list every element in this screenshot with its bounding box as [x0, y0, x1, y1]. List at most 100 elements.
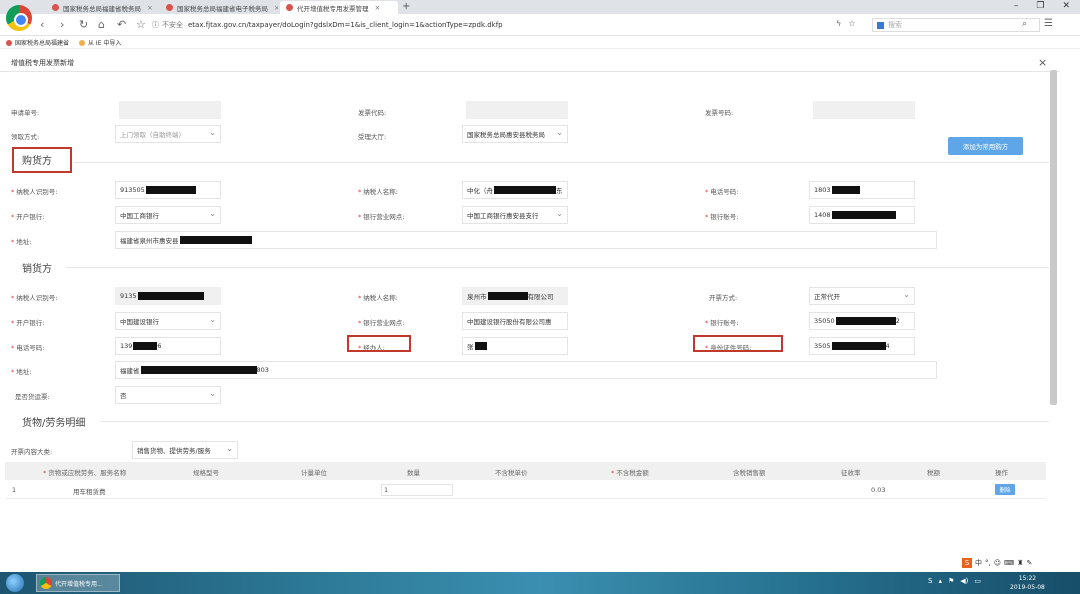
redaction-bar	[487, 292, 528, 300]
row-item-name[interactable]: 用车租赁费	[73, 486, 106, 496]
seller-phone-tail: 6	[157, 342, 162, 350]
close-icon[interactable]: ×	[147, 4, 153, 12]
system-clock[interactable]: 15:22 2019-05-08	[1010, 574, 1045, 592]
bookmark-item[interactable]: 从 IE 中导入	[79, 38, 121, 47]
buyer-taxid-input[interactable]: 913505	[115, 181, 221, 199]
page-title: 增值税专用发票新增	[11, 59, 74, 67]
restore-icon[interactable]: ❐	[1036, 1, 1044, 11]
buyer-account-input[interactable]: 1408	[809, 206, 915, 224]
volume-icon[interactable]: ◀)	[960, 577, 968, 585]
handler-input[interactable]: 张	[462, 337, 568, 355]
freight-value: 否	[120, 392, 127, 400]
url-text: etax.fjtax.gov.cn/taxpayer/doLogin?gdslx…	[188, 21, 503, 29]
star-icon[interactable]: ☆	[136, 18, 146, 31]
seller-phone-input[interactable]: 139 6	[115, 337, 221, 355]
buyer-name-value: 中化（舟	[467, 187, 493, 195]
delete-row-button[interactable]: 删除	[995, 484, 1015, 495]
favorite-star-icon[interactable]: ☆	[848, 19, 855, 28]
emoji-icon[interactable]: ☺	[994, 559, 1001, 567]
punctuation-icon[interactable]: °,	[985, 559, 991, 567]
ime-toolbar: S 中 °, ☺ ⌨ ♜ ✎	[962, 558, 1032, 568]
buyer-branch-value: 中国工商银行惠安县支行	[467, 212, 539, 220]
seller-taxid-label: * 纳税人识别号:	[11, 294, 58, 302]
seller-name-tail: 有限公司	[527, 293, 554, 301]
category-select[interactable]: 销售货物、提供劳务/服务	[132, 441, 238, 459]
invoice-mode-select[interactable]: 正常代开	[809, 287, 915, 305]
tab-invoice-management[interactable]: 代开增值税专用发票管理 ×	[280, 1, 398, 14]
skin-icon[interactable]: ♜	[1017, 559, 1023, 567]
tools-icon[interactable]: ✎	[1026, 559, 1032, 567]
address-right-icons: ϟ ☆	[836, 19, 855, 28]
tab-label: 国家税务总局福建省税务局	[63, 4, 141, 13]
bookmark-item[interactable]: 国家税务总局福建省	[6, 38, 69, 47]
invoice-mode-label: 开票方式:	[709, 294, 738, 302]
receive-method-select[interactable]: 上门领取（自助终端）	[115, 125, 221, 143]
taskbar-browser-app[interactable]: 代开增值税专用...	[36, 574, 120, 592]
start-button-icon[interactable]	[6, 574, 24, 592]
id-number-input[interactable]: 3505 4	[809, 337, 915, 355]
section-divider	[100, 421, 1049, 422]
forward-arrow-icon[interactable]: ›	[60, 18, 64, 31]
menu-icon[interactable]: ☰	[1044, 18, 1053, 29]
column-header: 数量	[407, 469, 420, 477]
seller-bank-select[interactable]: 中国建设银行	[115, 312, 221, 330]
seller-name-field: 泉州市 有限公司	[462, 287, 568, 305]
lightning-icon[interactable]: ϟ	[836, 19, 841, 28]
invoice-no-field	[813, 101, 915, 119]
home-icon[interactable]: ⌂	[98, 18, 105, 31]
buyer-bank-select[interactable]: 中国工商银行	[115, 206, 221, 224]
magnifier-icon[interactable]: ⌕	[1022, 19, 1027, 29]
url-input[interactable]: ⓘ 不安全 etax.fjtax.gov.cn/taxpayer/doLogin…	[152, 18, 860, 32]
seller-branch-value: 中国建设银行股份有限公司惠	[467, 318, 552, 326]
minimize-icon[interactable]: –	[1014, 1, 1019, 11]
vertical-scrollbar[interactable]	[1050, 70, 1057, 405]
row-rate: 0.03	[871, 486, 886, 494]
security-warning: 不安全	[162, 21, 183, 29]
tab-tax-bureau[interactable]: 国家税务总局福建省税务局 ×	[46, 1, 158, 14]
quantity-input[interactable]: 1	[381, 484, 453, 496]
browser-tab-bar: 国家税务总局福建省税务局 × 国家税务总局福建省电子税务局 × 代开增值税专用发…	[0, 0, 1080, 14]
seller-address-input[interactable]: 福建省 803	[115, 361, 937, 379]
buyer-address-input[interactable]: 福建省泉州市惠安县	[115, 231, 937, 249]
tray-window-icon[interactable]: ▭	[974, 577, 981, 585]
undo-icon[interactable]: ↶	[117, 18, 126, 31]
buyer-branch-select[interactable]: 中国工商银行惠安县支行	[462, 206, 568, 224]
back-arrow-icon[interactable]: ‹	[40, 18, 44, 31]
tab-e-tax-bureau[interactable]: 国家税务总局福建省电子税务局 ×	[160, 1, 278, 14]
redaction-bar	[831, 211, 896, 219]
seller-address-tail: 803	[256, 366, 269, 374]
seller-address-value: 福建省	[120, 367, 140, 375]
close-window-icon[interactable]: ✕	[1062, 1, 1070, 11]
close-icon[interactable]: ×	[375, 4, 381, 12]
id-number-value: 3505	[814, 342, 831, 350]
invoice-code-field	[466, 101, 568, 119]
new-tab-plus-icon[interactable]: +	[402, 1, 410, 12]
hall-value: 国家税务总局惠安县税务局	[467, 131, 545, 139]
seller-account-input[interactable]: 35050 2	[809, 312, 915, 330]
receive-method-label: 领取方式:	[11, 133, 40, 141]
close-icon[interactable]: ×	[1038, 56, 1047, 69]
invoice-code-label: 发票代码:	[358, 109, 387, 117]
close-icon[interactable]: ×	[274, 4, 278, 12]
folder-icon	[79, 39, 86, 46]
ime-mode[interactable]: 中	[975, 558, 982, 568]
network-icon[interactable]: ⚑	[948, 577, 954, 585]
row-index: 1	[12, 486, 17, 494]
buyer-name-input[interactable]: 中化（舟 东	[462, 181, 568, 199]
keyboard-icon[interactable]: ⌨	[1004, 559, 1014, 567]
hall-select[interactable]: 国家税务总局惠安县税务局	[462, 125, 568, 143]
seller-taxid-field: 9135	[115, 287, 221, 305]
tray-arrow-icon[interactable]: ▴	[938, 577, 942, 585]
receive-method-value: 上门领取（自助终端）	[120, 131, 185, 139]
search-input[interactable]: 搜索	[872, 18, 1040, 32]
sogou-ime-icon[interactable]: S	[962, 558, 972, 568]
add-common-buyer-button[interactable]: 添加为常用购方	[948, 137, 1023, 155]
freight-select[interactable]: 否	[115, 386, 221, 404]
browser-logo-icon[interactable]	[6, 5, 32, 31]
seller-account-tail: 2	[895, 317, 900, 325]
sogou-tray-icon[interactable]: S	[928, 577, 932, 585]
dialog-header: 增值税专用发票新增 ×	[0, 54, 1060, 72]
seller-branch-input[interactable]: 中国建设银行股份有限公司惠	[462, 312, 568, 330]
reload-icon[interactable]: ↻	[79, 18, 88, 31]
buyer-phone-input[interactable]: 1803	[809, 181, 915, 199]
